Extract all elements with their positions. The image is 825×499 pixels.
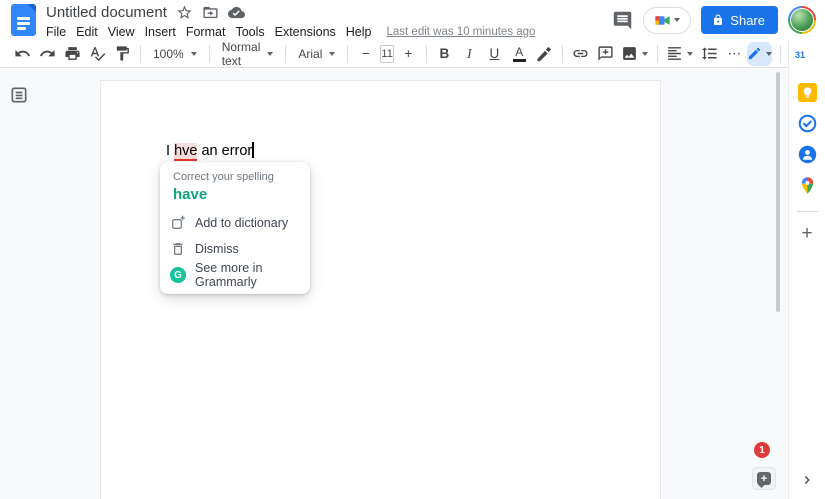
redo-button[interactable] xyxy=(35,42,60,66)
font-dropdown[interactable]: Arial xyxy=(291,42,342,66)
tasks-icon[interactable] xyxy=(798,114,817,133)
calendar-icon[interactable]: 31 xyxy=(795,50,817,71)
vertical-scrollbar[interactable] xyxy=(776,72,780,312)
chevron-down-icon xyxy=(329,51,336,56)
text-before-error: I xyxy=(166,143,175,159)
document-title[interactable]: Untitled document xyxy=(46,4,167,21)
add-to-dictionary-icon xyxy=(172,215,185,229)
grammarly-badge-count: 1 xyxy=(754,442,770,458)
zoom-dropdown[interactable]: 100% xyxy=(146,42,204,66)
menu-edit[interactable]: Edit xyxy=(71,25,103,39)
dismiss-item[interactable]: Dismiss xyxy=(160,236,310,262)
document-text-line[interactable]: I hve an error xyxy=(166,142,254,161)
insert-image-button[interactable] xyxy=(618,42,652,66)
see-more-label: See more in Grammarly xyxy=(195,261,263,289)
side-panel-rail: 31 + xyxy=(788,40,825,499)
add-to-dictionary-item[interactable]: Add to dictionary xyxy=(160,210,310,236)
menu-file[interactable]: File xyxy=(41,25,71,39)
font-size-input[interactable]: 11 xyxy=(380,44,394,63)
star-icon[interactable] xyxy=(176,4,193,21)
see-more-grammarly-item[interactable]: G See more in Grammarly xyxy=(160,261,310,289)
add-to-dictionary-label: Add to dictionary xyxy=(195,216,289,230)
pencil-icon xyxy=(748,47,760,60)
chevron-down-icon xyxy=(642,51,649,56)
misspelled-word[interactable]: hve xyxy=(174,143,198,161)
more-options-button[interactable]: ⋯ xyxy=(722,42,747,66)
trash-icon xyxy=(173,243,183,255)
chevron-down-icon xyxy=(674,18,681,22)
add-comment-button[interactable] xyxy=(593,42,618,66)
line-spacing-button[interactable] xyxy=(697,42,722,66)
grammarly-icon: G xyxy=(170,267,186,283)
dismiss-label: Dismiss xyxy=(195,242,239,256)
underline-button[interactable]: U xyxy=(482,42,507,66)
document-outline-icon[interactable] xyxy=(9,85,29,105)
move-to-folder-icon[interactable] xyxy=(202,4,219,21)
text-color-button[interactable]: A xyxy=(507,42,532,66)
header: Untitled document File Edit View Insert … xyxy=(0,0,825,40)
text-style-dropdown[interactable]: Normal text xyxy=(215,39,281,68)
document-area: I hve an error Correct your spelling hav… xyxy=(0,69,788,499)
menu-format[interactable]: Format xyxy=(181,25,231,39)
paint-format-button[interactable] xyxy=(110,42,135,66)
rail-divider xyxy=(796,211,818,212)
print-button[interactable] xyxy=(60,42,85,66)
text-after-error: an error xyxy=(197,143,253,159)
menu-extensions[interactable]: Extensions xyxy=(270,25,341,39)
grammarly-widget-button[interactable]: + xyxy=(752,467,776,490)
maps-icon[interactable] xyxy=(798,176,817,195)
chevron-down-icon xyxy=(687,51,694,56)
zoom-value: 100% xyxy=(153,46,184,61)
align-button[interactable] xyxy=(663,42,697,66)
menu-bar: File Edit View Insert Format Tools Exten… xyxy=(41,23,535,40)
font-value: Arial xyxy=(298,46,323,61)
chevron-down-icon xyxy=(267,51,274,56)
share-label: Share xyxy=(730,12,765,28)
chevron-down-icon xyxy=(190,51,197,56)
google-meet-icon xyxy=(655,15,670,25)
get-addons-button[interactable]: + xyxy=(801,224,812,243)
toolbar: 100% Normal text Arial − 11 + B I U A ⋯ xyxy=(0,39,806,68)
last-edit-link[interactable]: Last edit was 10 minutes ago xyxy=(387,26,536,38)
meet-button[interactable] xyxy=(643,6,692,34)
chevron-down-icon xyxy=(765,51,772,56)
menu-help[interactable]: Help xyxy=(341,25,377,39)
menu-view[interactable]: View xyxy=(103,25,140,39)
hide-side-panel-button[interactable] xyxy=(799,472,815,488)
suggestion-have[interactable]: have xyxy=(173,186,297,203)
increase-font-size-button[interactable]: + xyxy=(396,42,421,66)
text-cursor xyxy=(252,142,254,158)
decrease-font-size-button[interactable]: − xyxy=(353,42,378,66)
google-docs-icon[interactable] xyxy=(11,4,36,36)
spelling-check-button[interactable] xyxy=(85,42,110,66)
share-button[interactable]: Share xyxy=(701,6,778,34)
undo-button[interactable] xyxy=(10,42,35,66)
highlight-color-button[interactable] xyxy=(532,42,557,66)
italic-button[interactable]: I xyxy=(457,42,482,66)
menu-insert[interactable]: Insert xyxy=(140,25,181,39)
text-color-letter: A xyxy=(515,44,524,59)
keep-icon[interactable] xyxy=(797,83,817,102)
text-style-value: Normal text xyxy=(221,39,261,68)
editing-mode-button[interactable] xyxy=(746,41,772,66)
bold-button[interactable]: B xyxy=(432,42,457,66)
cloud-saved-icon[interactable] xyxy=(227,4,245,21)
grammarly-suggestion-icon: + xyxy=(757,472,771,485)
insert-link-button[interactable] xyxy=(568,42,593,66)
contacts-icon[interactable] xyxy=(798,145,817,164)
grammarly-spell-popup: Correct your spelling have Add to dictio… xyxy=(160,162,310,294)
lock-icon xyxy=(714,14,723,25)
menu-tools[interactable]: Tools xyxy=(230,25,269,39)
popup-heading: Correct your spelling xyxy=(173,171,274,183)
avatar[interactable] xyxy=(788,6,816,34)
comment-history-icon[interactable] xyxy=(612,10,633,31)
